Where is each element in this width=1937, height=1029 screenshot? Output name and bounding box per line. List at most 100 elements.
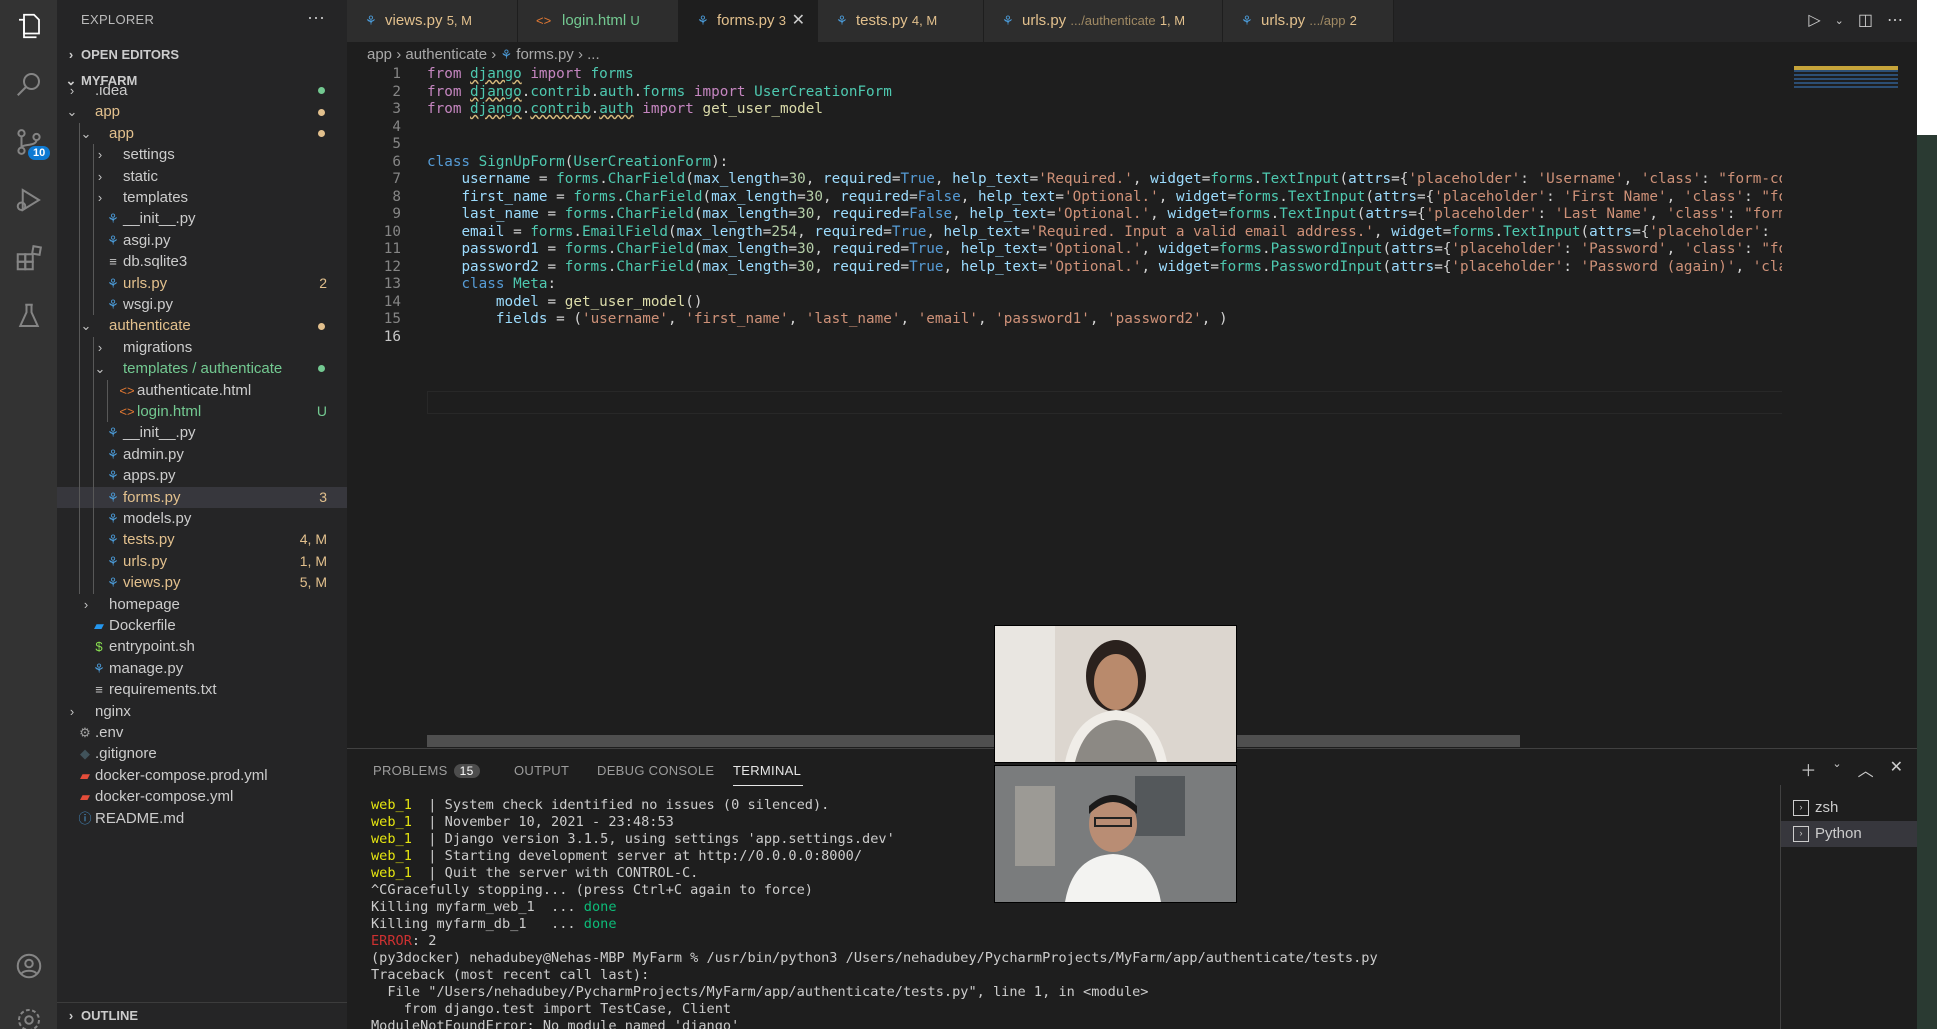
maximize-panel-icon[interactable]: ︿ (1858, 757, 1874, 781)
tab-status: 5, M (446, 13, 472, 28)
tab-problems[interactable]: PROBLEMS 15 (373, 763, 480, 778)
manage-gear-icon[interactable] (0, 996, 57, 1029)
close-panel-icon[interactable]: ✕ (1890, 757, 1903, 781)
chevron-down-icon[interactable]: ⌄ (1832, 757, 1841, 781)
tree-item[interactable]: › nginx (57, 701, 347, 722)
line-number: 16 (383, 328, 401, 345)
tab-login[interactable]: <> login.html U (518, 0, 679, 42)
more-actions-icon[interactable]: ⋯ (307, 8, 325, 29)
tree-item[interactable]: <> login.html U (57, 401, 347, 422)
tree-item[interactable]: ◆ .gitignore (57, 743, 347, 764)
source-control-icon[interactable]: 10 (0, 118, 57, 166)
tree-item[interactable]: ⚘ models.py (57, 508, 347, 529)
tab-debug-console[interactable]: DEBUG CONSOLE (597, 763, 714, 778)
terminal-item-zsh[interactable]: › zsh (1781, 795, 1917, 821)
more-actions-icon[interactable]: ⋯ (1887, 0, 1903, 42)
tree-item[interactable]: ⚘ asgi.py (57, 230, 347, 251)
tree-item[interactable]: ⚘ manage.py (57, 658, 347, 679)
code-line: email = forms.EmailField(max_length=254,… (461, 223, 1782, 240)
chevron-down-icon[interactable]: ⌄ (1835, 0, 1844, 42)
tab-name: forms.py (717, 12, 775, 29)
run-icon[interactable]: ▷ (1808, 0, 1820, 42)
python-file-icon: ⚘ (107, 232, 119, 248)
tree-item[interactable]: › templates (57, 187, 347, 208)
terminal-item-python[interactable]: › Python (1781, 821, 1917, 847)
tree-item-label: homepage (109, 595, 180, 613)
tree-item[interactable]: ≡ requirements.txt (57, 679, 347, 700)
tree-item[interactable]: › static (57, 166, 347, 187)
tab-tests[interactable]: ⚘ tests.py 4, M (818, 0, 984, 42)
chevron-down-icon: ⌄ (66, 104, 78, 120)
tree-item[interactable]: ⚘ admin.py (57, 444, 347, 465)
python-file-icon: ⚘ (1241, 13, 1253, 28)
tree-item[interactable]: ⚘ wsgi.py (57, 294, 347, 315)
tree-item[interactable]: ⚘ urls.py 1, M (57, 551, 347, 572)
status-dot (318, 365, 325, 373)
split-editor-icon[interactable]: ◫ (1858, 0, 1873, 42)
close-tab-icon[interactable]: ✕ (792, 0, 805, 42)
minimap[interactable] (1790, 66, 1902, 746)
indent-guide (93, 336, 94, 594)
chevron-right-icon: › (68, 47, 74, 62)
run-debug-icon[interactable] (0, 176, 57, 224)
tree-item-label: views.py (123, 574, 181, 592)
code-line: first_name = forms.CharField(max_length=… (461, 188, 1782, 205)
explorer-icon[interactable] (0, 2, 57, 50)
outline-section[interactable]: › OUTLINE (57, 1002, 347, 1029)
tree-item[interactable]: ⚘ urls.py 2 (57, 273, 347, 294)
tab-name: views.py (385, 12, 443, 29)
terminal-line: web_1 | November 10, 2021 - 23:48:53 (371, 814, 674, 830)
open-editors-section[interactable]: › OPEN EDITORS (57, 42, 347, 68)
tab-status: U (630, 13, 640, 28)
tab-forms[interactable]: ⚘ forms.py 3 ✕ (679, 0, 818, 42)
line-number: 3 (392, 101, 401, 117)
python-file-icon: ⚘ (107, 575, 119, 591)
vertical-scrollbar[interactable] (1902, 66, 1914, 746)
tree-item[interactable]: ▰ docker-compose.prod.yml (57, 765, 347, 786)
tree-item[interactable]: ≡ db.sqlite3 (57, 251, 347, 272)
breadcrumb-item[interactable]: forms.py (516, 46, 574, 63)
indent-guide (93, 144, 94, 316)
new-terminal-icon[interactable]: ＋ (1800, 757, 1816, 781)
tree-item[interactable]: <> authenticate.html (57, 380, 347, 401)
tab-urls-authenticate[interactable]: ⚘ urls.py .../authenticate 1, M (984, 0, 1223, 42)
code-line: from django.contrib.auth import get_user… (427, 101, 824, 117)
tree-item[interactable]: ⌄ app (57, 123, 347, 144)
tree-item[interactable]: ⚘ __init__.py (57, 208, 347, 229)
tree-item[interactable]: ▰ docker-compose.yml (57, 786, 347, 807)
breadcrumb-item[interactable]: ... (587, 46, 600, 63)
tree-item[interactable]: ⌄ authenticate (57, 315, 347, 336)
code-line: class SignUpForm(UserCreationForm): (427, 153, 729, 170)
testing-icon[interactable] (0, 292, 57, 340)
tree-item[interactable]: ⚘ __init__.py (57, 422, 347, 443)
breadcrumb-item[interactable]: app (367, 46, 392, 63)
tree-item[interactable]: ⚘ forms.py 3 (57, 486, 347, 508)
tree-item[interactable]: ⌄ templates / authenticate (57, 358, 347, 379)
status-badge: U (316, 403, 327, 419)
tree-item[interactable]: ⚘ views.py 5, M (57, 572, 347, 593)
account-icon[interactable] (0, 942, 57, 990)
tree-item[interactable]: ⓘ README.md (57, 808, 347, 829)
tab-urls-app[interactable]: ⚘ urls.py .../app 2 (1223, 0, 1394, 42)
tree-item[interactable]: ⚘ tests.py 4, M (57, 529, 347, 550)
python-file-icon: ⚘ (107, 468, 119, 484)
code-line: password1 = forms.CharField(max_length=3… (461, 241, 1782, 257)
tree-item[interactable]: ▰ Dockerfile (57, 615, 347, 636)
search-icon[interactable] (0, 60, 57, 108)
tab-output[interactable]: OUTPUT (514, 763, 569, 778)
tree-item[interactable]: $ entrypoint.sh (57, 636, 347, 657)
tree-item[interactable]: › homepage (57, 594, 347, 615)
extensions-icon[interactable] (0, 234, 57, 282)
tree-item[interactable]: › migrations (57, 337, 347, 358)
vscode-window: 10 EXPLORER ⋯ › OPEN EDITORS ⌄ MYFARM › .id… (0, 0, 1917, 1029)
tree-item[interactable]: ⚘ apps.py (57, 465, 347, 486)
horizontal-scrollbar[interactable] (427, 735, 1520, 747)
tree-item[interactable]: ⌄ app (57, 101, 347, 122)
line-number: 15 (383, 311, 401, 327)
tree-item[interactable]: › settings (57, 144, 347, 165)
tab-views[interactable]: ⚘ views.py 5, M (347, 0, 518, 42)
tab-terminal[interactable]: TERMINAL (733, 763, 801, 778)
tree-item[interactable]: › .idea (57, 80, 347, 101)
tree-item[interactable]: ⚙ .env (57, 722, 347, 743)
breadcrumb-item[interactable]: authenticate (405, 46, 487, 63)
